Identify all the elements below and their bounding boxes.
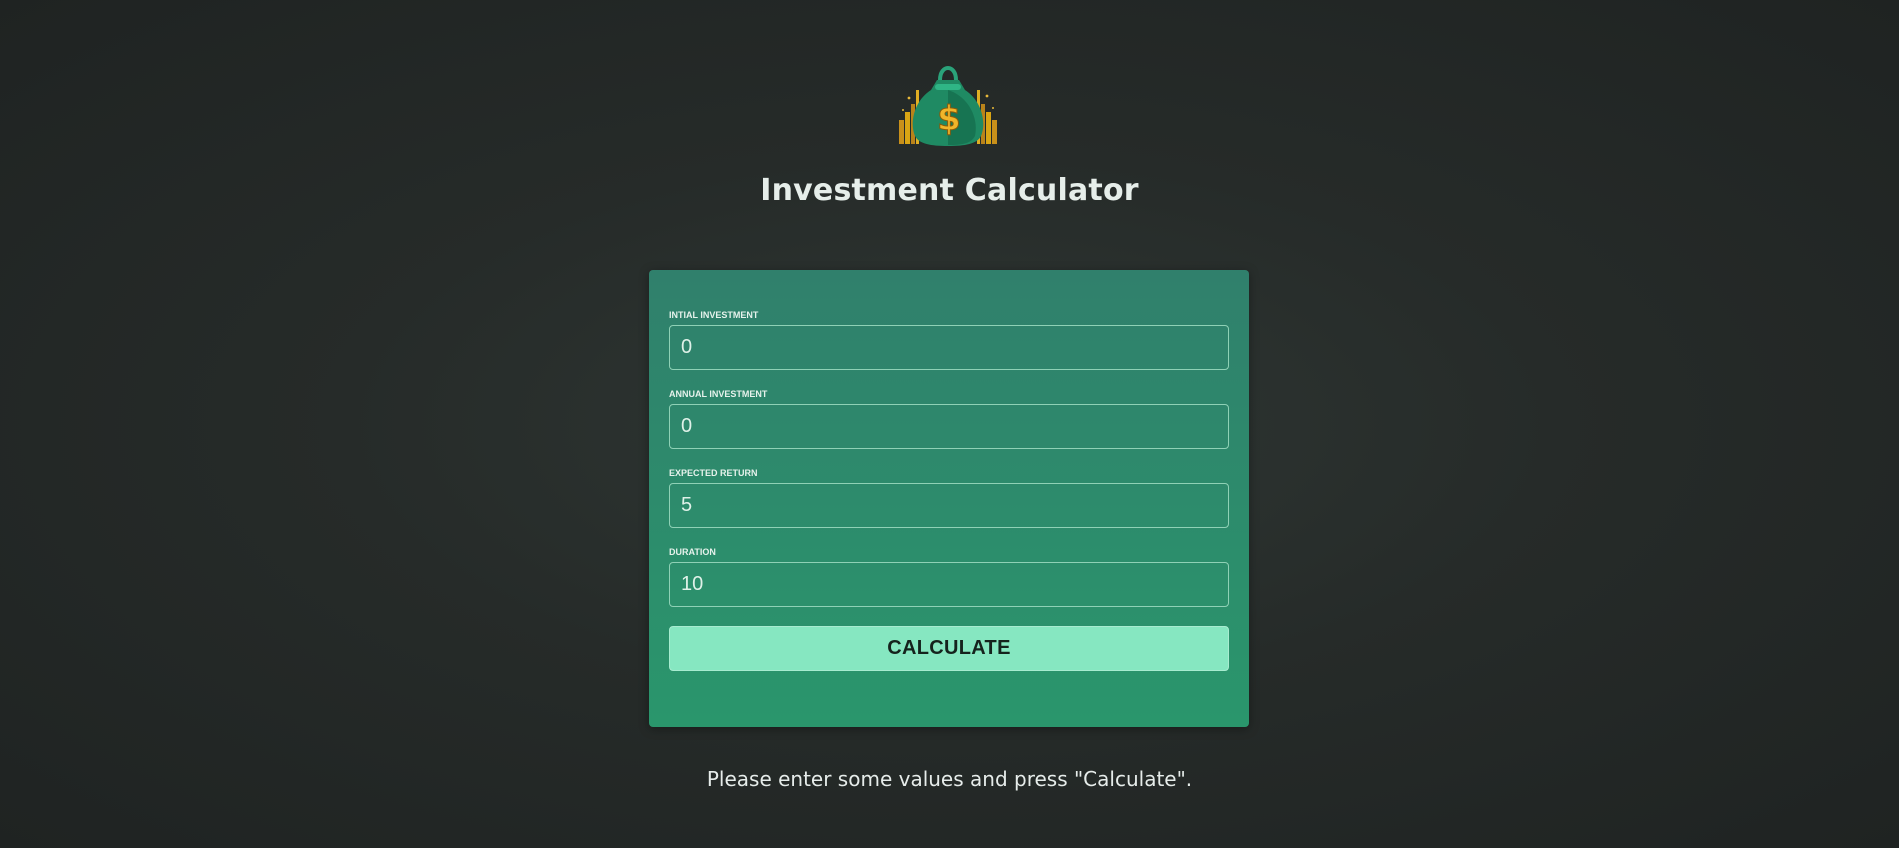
initial-investment-input[interactable] (669, 325, 1229, 370)
duration-field: DURATION (669, 547, 1229, 607)
page-title: Investment Calculator (760, 173, 1139, 208)
coin-stack (992, 120, 997, 144)
annual-investment-input[interactable] (669, 404, 1229, 449)
annual-investment-field: ANNUAL INVESTMENT (669, 389, 1229, 449)
dollar-symbol: $ (937, 99, 961, 139)
sparkle (992, 107, 994, 109)
money-bag-icon: $ (899, 66, 997, 146)
sparkle (907, 96, 911, 100)
initial-investment-field: INTIAL INVESTMENT (669, 310, 1229, 370)
sparkle (902, 109, 904, 111)
coin-stack (905, 112, 910, 144)
annual-investment-label: ANNUAL INVESTMENT (669, 389, 768, 399)
duration-label: DURATION (669, 547, 716, 557)
expected-return-field: EXPECTED RETURN (669, 468, 1229, 528)
initial-investment-label: INTIAL INVESTMENT (669, 310, 759, 320)
calculate-button[interactable]: CALCULATE (669, 626, 1229, 671)
bag-tie (935, 84, 961, 90)
coin-stack (986, 112, 991, 144)
status-message: Please enter some values and press "Calc… (706, 767, 1193, 791)
investment-form: INTIAL INVESTMENT ANNUAL INVESTMENT EXPE… (649, 270, 1249, 727)
expected-return-input[interactable] (669, 483, 1229, 528)
bag-handle (938, 66, 958, 81)
sparkle (985, 94, 989, 98)
expected-return-label: EXPECTED RETURN (669, 468, 758, 478)
coin-stack (899, 120, 904, 144)
duration-input[interactable] (669, 562, 1229, 607)
